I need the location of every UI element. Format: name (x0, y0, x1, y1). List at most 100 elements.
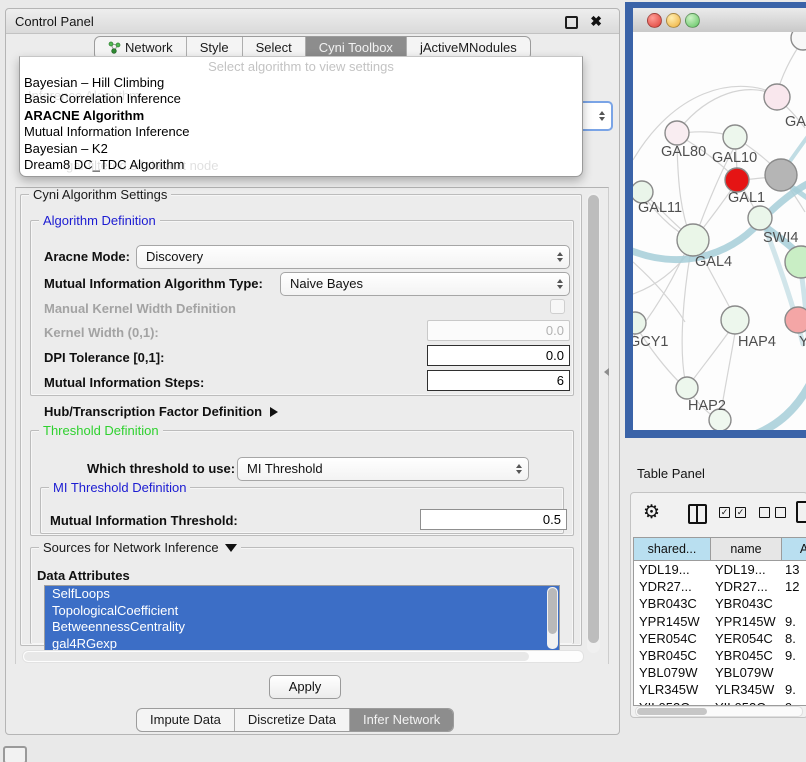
network-canvas[interactable]: GALGAL80GAL10GAL1GAL11SWI4GAL4GCY1HAP4YH… (633, 32, 806, 430)
table-cell[interactable]: YBL079W (634, 664, 710, 681)
dpi-tolerance-field[interactable]: 0.0 (427, 345, 570, 366)
settings-vertical-scrollbar[interactable] (587, 193, 600, 653)
table-row[interactable]: YPR145WYPR145W9. (634, 613, 806, 630)
settings-horizontal-scrollbar[interactable] (22, 650, 584, 663)
network-edge[interactable] (692, 326, 733, 381)
network-edge[interactable] (677, 90, 775, 132)
table-cell[interactable]: YDR27... (710, 578, 780, 595)
table-cell[interactable]: YER054C (710, 630, 780, 647)
node-GCY1[interactable] (633, 312, 646, 334)
zoom-traffic-light-icon[interactable] (685, 13, 700, 28)
new-table-icon[interactable] (796, 501, 806, 523)
node-GAL80[interactable] (665, 121, 689, 145)
gear-icon[interactable]: ⚙ (643, 501, 660, 524)
deselect-all-icon[interactable] (759, 507, 786, 518)
table-row[interactable]: YLR345WYLR345W9. (634, 681, 806, 698)
sources-title[interactable]: Sources for Network Inference (39, 540, 241, 555)
table-cell[interactable]: YBR045C (710, 647, 780, 664)
table-cell[interactable]: YDL19... (710, 561, 780, 578)
table-cell[interactable]: YBR045C (634, 647, 710, 664)
mi-algorithm-type-combobox[interactable]: Naive Bayes (280, 272, 570, 296)
table-cell[interactable]: YBR043C (634, 595, 710, 612)
table-cell[interactable]: 9. (780, 613, 806, 630)
table-cell[interactable]: YDR27... (634, 578, 710, 595)
table-row[interactable]: YIL052CYIL052C9. (634, 699, 806, 707)
close-traffic-light-icon[interactable] (647, 13, 662, 28)
node-GAL1[interactable] (725, 168, 749, 192)
table-cell[interactable]: YER054C (634, 630, 710, 647)
table-cell[interactable]: YLR345W (710, 681, 780, 698)
network-window-titlebar[interactable] (633, 8, 806, 33)
tab-impute-data[interactable]: Impute Data (137, 709, 235, 731)
manual-kernel-width-checkbox[interactable] (550, 299, 565, 314)
node-gray[interactable] (765, 159, 797, 191)
table-cell[interactable]: YIL052C (710, 699, 780, 707)
select-all-icon[interactable]: ✓✓ (719, 507, 746, 518)
column-header-name[interactable]: name (711, 538, 782, 560)
list-item-betweennesscentrality[interactable]: BetweennessCentrality (45, 619, 559, 636)
table-cell[interactable]: YPR145W (634, 613, 710, 630)
dropdown-item-aracne[interactable]: ARACNE Algorithm (24, 108, 578, 124)
column-layout-icon[interactable] (688, 504, 707, 524)
float-panel-icon[interactable] (565, 16, 578, 29)
table-row[interactable]: YER054CYER054C8. (634, 630, 806, 647)
apply-button[interactable]: Apply (269, 675, 341, 699)
table-cell[interactable]: YDL19... (634, 561, 710, 578)
algorithm-combobox-fragment[interactable] (578, 101, 613, 131)
dropdown-item-bayesian-k2[interactable]: Bayesian – K2 (24, 141, 578, 157)
dropdown-item-dream8[interactable]: Dream8 DC_TDC Algorithm (24, 157, 578, 173)
table-cell[interactable] (780, 664, 806, 681)
dropdown-item-basic-correlation[interactable]: Basic Correlation Inference (24, 91, 578, 107)
node-label-GCY1: GCY1 (633, 334, 669, 350)
table-cell[interactable]: 12 (780, 578, 806, 595)
node-big-green[interactable] (785, 246, 806, 278)
dropdown-item-mutual-information[interactable]: Mutual Information Inference (24, 124, 578, 140)
kernel-width-field[interactable]: 0.0 (427, 320, 570, 341)
mi-threshold-field[interactable]: 0.5 (420, 509, 567, 530)
node-top-partial[interactable] (791, 32, 806, 50)
list-item-selfloops[interactable]: SelfLoops (45, 586, 559, 603)
minimize-traffic-light-icon[interactable] (666, 13, 681, 28)
aracne-mode-combobox[interactable]: Discovery (136, 245, 570, 269)
table-cell[interactable]: YBR043C (710, 595, 780, 612)
close-icon[interactable]: ✖ (590, 13, 602, 29)
node-GAL10[interactable] (723, 125, 747, 149)
table-cell[interactable]: 8. (780, 630, 806, 647)
table-cell[interactable]: 9. (780, 699, 806, 707)
list-scrollbar[interactable] (547, 587, 558, 649)
table-cell[interactable]: 13 (780, 561, 806, 578)
table-row[interactable]: YDL19...YDL19...13 (634, 561, 806, 578)
dropdown-item-bayesian-hill-climbing[interactable]: Bayesian – Hill Climbing (24, 75, 578, 91)
node-GAL4[interactable] (677, 224, 709, 256)
table-cell[interactable]: 9. (780, 647, 806, 664)
hub-definition-toggle[interactable]: Hub/Transcription Factor Definition (44, 404, 278, 419)
mi-steps-field[interactable]: 6 (427, 370, 570, 391)
list-item-topologicalcoefficient[interactable]: TopologicalCoefficient (45, 603, 559, 620)
table-cell[interactable]: YLR345W (634, 681, 710, 698)
tab-infer-network[interactable]: Infer Network (350, 709, 453, 731)
node-SWI4[interactable] (748, 206, 772, 230)
panel-collapse-handle-icon[interactable] (604, 368, 609, 376)
minimized-panel-icon[interactable] (3, 746, 27, 762)
table-row[interactable]: YDR27...YDR27...12 (634, 578, 806, 595)
network-edge-thick[interactable] (633, 182, 806, 260)
column-header-A[interactable]: A (782, 538, 806, 560)
table-cell[interactable] (780, 595, 806, 612)
network-edge[interactable] (682, 244, 692, 380)
node-HAP4[interactable] (721, 306, 749, 334)
column-header-shared[interactable]: shared... (634, 538, 711, 560)
node-HAP2[interactable] (676, 377, 698, 399)
table-horizontal-scrollbar[interactable] (635, 706, 803, 717)
table-cell[interactable]: 9. (780, 681, 806, 698)
node-pink-top[interactable] (764, 84, 790, 110)
node-salmon[interactable] (785, 307, 806, 333)
network-edge-thick[interactable] (751, 384, 806, 430)
table-row[interactable]: YBR045CYBR045C9. (634, 647, 806, 664)
table-cell[interactable]: YBL079W (710, 664, 780, 681)
table-cell[interactable]: YIL052C (634, 699, 710, 707)
table-cell[interactable]: YPR145W (710, 613, 780, 630)
which-threshold-combobox[interactable]: MI Threshold (237, 457, 529, 481)
tab-discretize-data[interactable]: Discretize Data (235, 709, 350, 731)
table-row[interactable]: YBR043CYBR043C (634, 595, 806, 612)
table-row[interactable]: YBL079WYBL079W (634, 664, 806, 681)
